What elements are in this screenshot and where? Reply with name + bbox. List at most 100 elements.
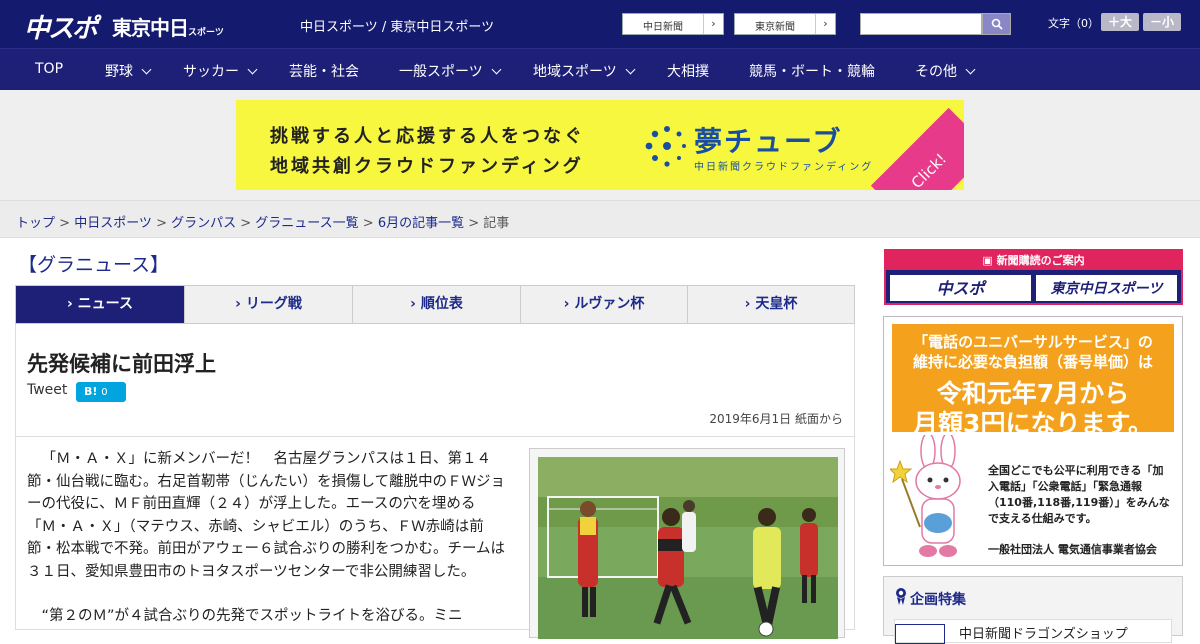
hatena-icon: B! [84, 385, 98, 398]
nav-item-label: 大相撲 [667, 64, 709, 80]
chunichi-shimbun-link[interactable]: 中日新聞 › [622, 13, 724, 35]
chevron-right-icon: › [410, 296, 421, 312]
tab-label: ルヴァン杯 [574, 296, 645, 312]
tokyo-shimbun-label: 東京新聞 [755, 22, 795, 33]
breadcrumb-gra-news-list[interactable]: グラニュース一覧 [255, 216, 358, 231]
breadcrumb: トップ > 中日スポーツ > グランパス > グラニュース一覧 > 6月の記事一… [16, 212, 509, 231]
tab-label: リーグ戦 [245, 296, 302, 312]
tab-levain-cup[interactable]: › ルヴァン杯 [521, 286, 688, 323]
font-size-up-button[interactable]: ＋大 [1101, 13, 1139, 31]
article-photo[interactable] [538, 457, 838, 639]
tab-emperors-cup[interactable]: › 天皇杯 [688, 286, 854, 323]
crowdfunding-ad-banner[interactable]: 挑戦する人と応援する人をつなぐ 地域共創クラウドファンディング 夢チューブ 中日… [236, 100, 964, 190]
section-title: 【グラニュース】 [18, 254, 170, 276]
hatena-count: 0 [101, 387, 108, 398]
chevron-down-icon [965, 64, 976, 75]
tokyo-chunichi-logo[interactable]: 東京中日スポーツ [112, 12, 224, 41]
nav-item-top[interactable]: TOP [35, 61, 63, 77]
article: 先発候補に前田浮上 Tweet B! 0 2019年6月1日 紙面から 「Ｍ・Ａ… [15, 324, 855, 639]
ad-brand: 夢チューブ [694, 125, 843, 158]
tab-standings[interactable]: › 順位表 [353, 286, 521, 323]
subscribe-chuspo-button[interactable]: 中スポ [889, 274, 1032, 302]
chevron-right-icon: › [744, 296, 756, 312]
nav-item-label: TOP [35, 61, 64, 77]
article-paragraph: “第２のＭ”が４試合ぶりの先発でスポットライトを浴びる。ミニ [41, 608, 463, 624]
nav-item-label: 地域スポーツ [533, 64, 617, 80]
breadcrumb-separator: > [464, 216, 484, 231]
breadcrumb-chunichi-sports[interactable]: 中日スポーツ [74, 216, 152, 231]
article-header: 先発候補に前田浮上 Tweet B! 0 2019年6月1日 紙面から [16, 324, 854, 437]
feature-thumbnail [895, 624, 945, 644]
feature-item[interactable]: 中日新聞ドラゴンズショップ [894, 619, 1172, 644]
tab-label: 順位表 [420, 296, 463, 312]
breadcrumb-separator: > [55, 216, 75, 231]
nav-item-sumo[interactable]: 大相撲 [667, 61, 709, 81]
article-paragraph: 「Ｍ・Ａ・Ｘ」に新メンバーだ！ 名古屋グランパスは１日、第１４節・仙台戦に臨む。… [27, 451, 506, 580]
chevron-down-icon [625, 64, 636, 75]
chevron-down-icon [247, 64, 258, 75]
search-input[interactable] [860, 13, 982, 35]
tokyo-chunichi-logo-text: 東京中日 [112, 16, 189, 40]
breadcrumb-top[interactable]: トップ [16, 216, 55, 231]
site-names: 中日スポーツ / 東京中日スポーツ [300, 20, 495, 35]
universal-service-ad-panel: 「電話のユニバーサルサービス」の 維持に必要な負担額（番号単価）は 令和元年7月… [892, 324, 1174, 438]
breadcrumb-separator: > [236, 216, 256, 231]
search-icon [991, 18, 1003, 30]
chevron-right-icon: › [815, 14, 835, 34]
chunichi-shimbun-label: 中日新聞 [643, 22, 683, 33]
bunny-mascot-icon [890, 435, 961, 557]
tab-label: ニュース [77, 296, 133, 312]
search-button[interactable] [982, 13, 1011, 35]
breadcrumb-current: 記事 [483, 216, 510, 231]
ad-brand-sub: 中日新聞クラウドファンディング [694, 162, 874, 173]
ad-text-line-1: 「電話のユニバーサルサービス」の [913, 333, 1153, 351]
nav-item-label: 競馬・ボート・競輪 [749, 64, 875, 80]
article-body: 「Ｍ・Ａ・Ｘ」に新メンバーだ！ 名古屋グランパスは１日、第１４節・仙台戦に臨む。… [27, 448, 509, 628]
article-photo-frame [529, 448, 845, 639]
tweet-button[interactable]: Tweet [27, 382, 67, 398]
main-nav: TOP 野球 サッカー 芸能・社会 一般スポーツ 地域スポーツ 大相撲 競馬・ボ… [0, 48, 1200, 90]
nav-item-label: 芸能・社会 [289, 64, 359, 80]
nav-item-label: 野球 [105, 64, 133, 80]
feature-item-label: 中日新聞ドラゴンズショップ [959, 627, 1128, 642]
ad-line-1: 挑戦する人と応援する人をつなぐ [270, 126, 585, 147]
chevron-down-icon [141, 64, 152, 75]
tab-label: 天皇杯 [755, 296, 798, 312]
nav-item-other[interactable]: その他 [915, 61, 976, 81]
breadcrumb-june-list[interactable]: 6月の記事一覧 [378, 216, 464, 231]
chevron-right-icon: › [67, 296, 78, 312]
ribbon-icon [896, 588, 906, 605]
chevron-down-icon [491, 64, 502, 75]
hatena-bookmark-button[interactable]: B! 0 [76, 382, 126, 402]
ad-body-text: 全国どこでも公平に利用できる「加入電話」「公衆電話」「緊急通報（110番,118… [988, 464, 1170, 525]
nav-item-label: 一般スポーツ [399, 64, 483, 80]
font-size-down-button[interactable]: －小 [1143, 13, 1181, 31]
chuspo-logo[interactable]: 中スポ [24, 8, 98, 45]
nav-item-baseball[interactable]: 野球 [105, 61, 152, 81]
tokyo-chunichi-logo-small: スポーツ [188, 28, 224, 38]
news-tabs: › ニュース › リーグ戦 › 順位表 › ルヴァン杯 › 天皇杯 [15, 285, 855, 324]
tokyo-shimbun-link[interactable]: 東京新聞 › [734, 13, 836, 35]
chevron-right-icon: › [235, 296, 246, 312]
tab-league[interactable]: › リーグ戦 [185, 286, 353, 323]
ad-organization: 一般社団法人 電気通信事業者協会 [988, 543, 1157, 556]
breadcrumb-grampus[interactable]: グランパス [171, 216, 236, 231]
breadcrumb-separator: > [151, 216, 172, 231]
chevron-right-icon: › [563, 296, 575, 312]
subscription-heading: ▣ 新聞購読のご案内 [886, 251, 1181, 270]
nav-item-entertainment[interactable]: 芸能・社会 [289, 61, 359, 81]
article-headline: 先発候補に前田浮上 [27, 352, 216, 376]
subscribe-tokyo-chunichi-button[interactable]: 東京中日スポーツ [1035, 274, 1178, 302]
dream-tube-logo-icon [645, 126, 686, 167]
nav-item-soccer[interactable]: サッカー [183, 61, 258, 81]
tab-news[interactable]: › ニュース [16, 286, 185, 323]
subscription-heading-label: 新聞購読のご案内 [996, 254, 1085, 267]
feature-section: 企画特集 中日新聞ドラゴンズショップ [883, 576, 1183, 644]
newspaper-icon: ▣ [982, 254, 997, 267]
article-date: 2019年6月1日 紙面から [709, 412, 843, 426]
ad-text-line-2: 維持に必要な負担額（番号単価）は [912, 353, 1153, 371]
universal-service-ad[interactable]: 「電話のユニバーサルサービス」の 維持に必要な負担額（番号単価）は 令和元年7月… [883, 316, 1183, 566]
nav-item-general-sports[interactable]: 一般スポーツ [399, 61, 502, 81]
nav-item-racing[interactable]: 競馬・ボート・競輪 [749, 61, 875, 81]
nav-item-local-sports[interactable]: 地域スポーツ [533, 61, 636, 81]
